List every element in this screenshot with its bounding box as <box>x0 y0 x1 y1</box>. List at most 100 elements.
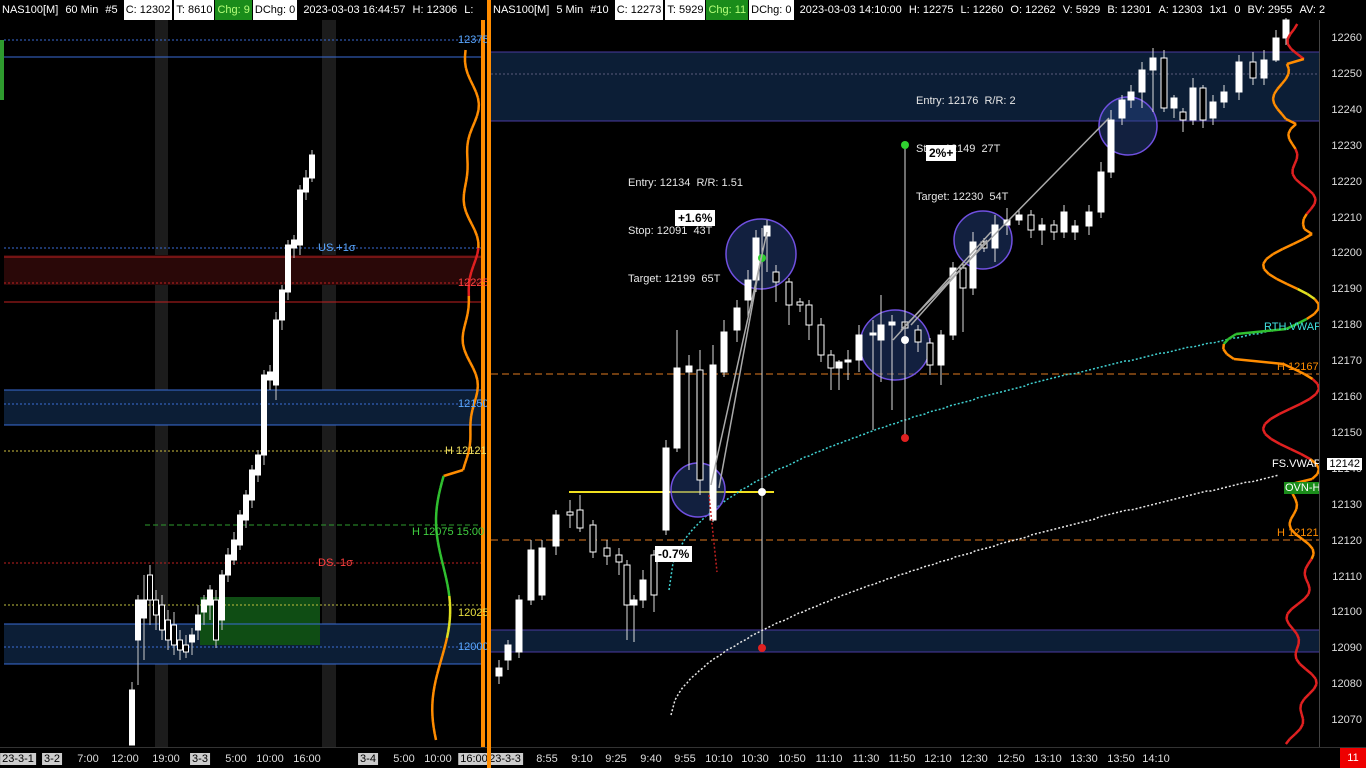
candle-body <box>1097 171 1105 213</box>
volume-profile-segment <box>469 79 475 87</box>
volume-profile-segment <box>1307 588 1311 595</box>
volume-profile-segment <box>1313 198 1317 205</box>
left-chart-canvas[interactable] <box>0 0 488 748</box>
time-tick-label: 11:30 <box>852 753 880 765</box>
volume-profile-segment <box>463 349 469 357</box>
candle-body <box>1170 97 1178 109</box>
trade2-entry-dot <box>901 336 909 344</box>
volume-profile-segment <box>1299 663 1307 670</box>
volume-profile-segment <box>466 139 470 147</box>
volume-profile-segment <box>463 205 468 213</box>
time-tick-label: 10:00 <box>256 753 284 765</box>
volume-profile-segment <box>1294 178 1302 185</box>
volume-profile-segment <box>1307 583 1311 590</box>
volume-profile-segment <box>469 409 474 417</box>
candle-body <box>159 604 165 631</box>
volume-profile-segment <box>468 127 474 135</box>
candle-body <box>243 494 249 521</box>
volume-profile-segment <box>1289 28 1296 35</box>
volume-profile-segment <box>465 169 469 177</box>
price-tick-label: 12080 <box>1331 678 1362 691</box>
right-time-axis[interactable]: 23-3-3 8:55 9:10 9:25 9:40 9:55 10:10 10:30 10:5… <box>491 747 1366 768</box>
candle-body <box>1220 91 1228 103</box>
rth-vwap-label: RTH.VWAP <box>1264 321 1322 333</box>
volume-profile-segment <box>1287 133 1291 140</box>
current-price-label: 12142 <box>1327 458 1362 470</box>
right-chart-canvas[interactable] <box>491 0 1320 748</box>
volume-profile-segment <box>1303 593 1310 600</box>
left-level-12000: 12000 <box>458 641 488 653</box>
volume-profile-segment <box>1271 98 1276 105</box>
volume-profile-segment <box>1311 473 1319 480</box>
volume-profile-segment <box>476 97 481 105</box>
candle-body <box>744 279 752 301</box>
volume-profile-segment <box>1292 237 1305 246</box>
volume-profile-segment <box>1312 683 1318 690</box>
time-tick-label: 5:00 <box>393 753 415 765</box>
volume-profile-segment <box>1303 693 1311 700</box>
volume-profile-segment <box>432 685 436 693</box>
left-chart-pane[interactable]: NAS100[M] 60 Min #5 C: 12302 T: 8610 Chg: … <box>0 0 488 768</box>
candle-body <box>685 365 693 373</box>
volume-profile-segment <box>1303 372 1314 381</box>
volume-profile-segment <box>471 121 476 129</box>
time-tick-label: 10:10 <box>705 753 733 765</box>
volume-profile-segment <box>464 175 469 183</box>
time-tick-label: 10:00 <box>424 753 452 765</box>
fs-vwap-label: FS.VWAP <box>1272 458 1322 470</box>
volume-profile-segment <box>1222 338 1230 345</box>
candle-body <box>1199 87 1207 121</box>
right-price-axis[interactable]: 12260 12250 12240 12230 12220 12210 12200 12190… <box>1319 20 1366 748</box>
volume-profile-segment <box>1270 412 1280 421</box>
volume-profile-segment <box>1313 298 1320 305</box>
pct-label-2pct: 2%+ <box>926 145 957 161</box>
candle-body <box>267 371 273 381</box>
candle-body <box>249 469 255 501</box>
time-tick-label: 9:55 <box>674 753 696 765</box>
candle-body <box>1260 59 1268 79</box>
volume-profile-segment <box>435 505 439 513</box>
pct-label-plus16: +1.6% <box>675 210 716 226</box>
volume-profile-segment <box>1289 123 1297 130</box>
right-chart-pane[interactable]: NAS100[M] 5 Min #10 C: 12273 T: 5929 Chg: … <box>491 0 1366 768</box>
volume-profile-segment <box>1286 282 1299 291</box>
volume-profile-segment <box>1303 568 1307 575</box>
volume-profile-segment <box>444 577 449 585</box>
volume-profile-segment <box>467 133 472 141</box>
candle-body <box>147 574 153 601</box>
volume-profile-segment <box>1301 218 1305 225</box>
candle-body <box>1179 111 1187 121</box>
time-tick-label: 13:10 <box>1034 753 1062 765</box>
volume-profile-segment <box>1294 648 1299 655</box>
volume-profile-segment <box>1300 183 1309 190</box>
candle-body <box>615 554 623 563</box>
volume-profile-segment <box>1292 508 1298 515</box>
volume-profile-segment <box>466 307 470 315</box>
time-tick-label: 9:25 <box>605 753 627 765</box>
time-tick-label: 16:00 <box>293 753 321 765</box>
candle-body <box>877 324 885 341</box>
volume-profile-segment <box>1285 613 1289 620</box>
volume-profile-segment <box>465 355 472 363</box>
volume-profile-segment <box>1289 513 1296 520</box>
candle-body <box>183 644 189 653</box>
volume-profile-segment <box>1293 158 1298 165</box>
volume-profile-segment <box>1291 143 1297 150</box>
left-level-h12075: H 12075 15:00 <box>412 526 485 538</box>
volume-profile-segment <box>437 661 442 669</box>
volume-profile-segment <box>461 331 465 339</box>
volume-profile-segment <box>442 643 447 651</box>
volume-profile-segment <box>437 487 442 495</box>
volume-profile-segment <box>433 733 438 741</box>
candle-body <box>1118 99 1126 119</box>
candle-body <box>219 574 225 621</box>
time-tick-label: 9:40 <box>640 753 662 765</box>
price-tick-label: 12150 <box>1331 426 1362 439</box>
price-tick-label: 12160 <box>1331 391 1362 403</box>
time-tick-label: 12:10 <box>924 753 952 765</box>
left-time-axis[interactable]: 23-3-1 3-2 7:00 12:00 19:00 3-3 5:00 10:00 16:00… <box>0 747 488 768</box>
price-tick-label: 12240 <box>1331 103 1362 116</box>
highlight-circle <box>859 309 931 381</box>
volume-profile-segment <box>1309 203 1316 210</box>
volume-profile-segment <box>435 499 440 507</box>
